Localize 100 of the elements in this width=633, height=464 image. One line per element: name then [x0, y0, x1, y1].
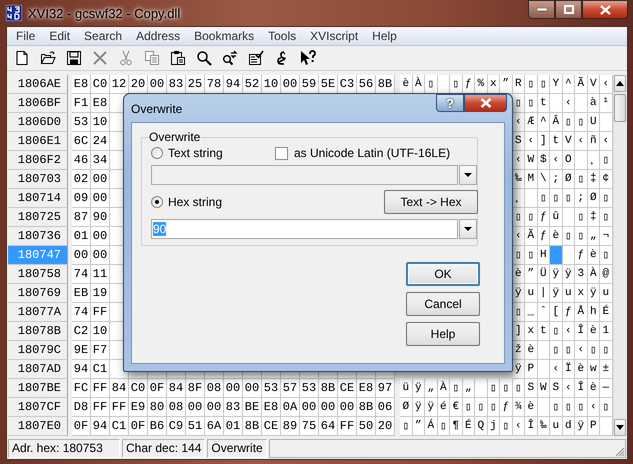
ascii-cell[interactable]: ▯	[500, 417, 512, 436]
hex-cell[interactable]: 12	[110, 75, 129, 94]
ascii-cell[interactable]: ˆ	[538, 303, 550, 322]
ascii-cell[interactable]: 3	[575, 265, 588, 284]
ascii-cell[interactable]: ▯	[538, 75, 550, 94]
ascii-cell[interactable]: O	[562, 151, 575, 170]
ascii-cell[interactable]: ‹	[512, 113, 525, 132]
ascii-cell[interactable]: ¬	[600, 227, 612, 246]
hex-cell[interactable]: E8	[262, 398, 281, 417]
ascii-cell[interactable]: ‡	[588, 208, 600, 227]
hex-cell[interactable]: 78	[205, 75, 224, 94]
cursor-cell[interactable]	[550, 246, 562, 265]
ascii-cell[interactable]: ▯	[425, 75, 438, 94]
ascii-cell[interactable]: ^	[538, 113, 550, 132]
ascii-cell[interactable]: ▯	[512, 303, 525, 322]
ascii-cell[interactable]: ¸	[588, 151, 600, 170]
ascii-cell[interactable]: Ø	[588, 189, 600, 208]
hex-cell[interactable]: 90	[91, 208, 110, 227]
hex-cell[interactable]: 53	[262, 379, 281, 398]
radio-button[interactable]	[151, 147, 163, 159]
ascii-cell[interactable]: ;	[550, 170, 562, 189]
ascii-cell[interactable]	[538, 398, 550, 417]
ascii-cell[interactable]: @	[600, 265, 612, 284]
checkbox-label[interactable]: as Unicode Latin (UTF-16LE)	[294, 146, 450, 160]
ascii-cell[interactable]: ƒ	[562, 303, 575, 322]
hex-cell[interactable]: 53	[72, 113, 91, 132]
hex-cell[interactable]: 94	[224, 75, 243, 94]
ascii-cell[interactable]: ‹	[575, 132, 588, 151]
ascii-cell[interactable]: —	[600, 379, 612, 398]
hex-cell[interactable]: 06	[376, 398, 395, 417]
ascii-cell[interactable]: ÿ	[562, 265, 575, 284]
ascii-cell[interactable]: ‹	[512, 227, 525, 246]
ascii-cell[interactable]: ^	[562, 75, 575, 94]
ascii-cell[interactable]: Ï	[562, 360, 575, 379]
hex-cell[interactable]: D8	[72, 398, 91, 417]
ascii-cell[interactable]: S	[550, 379, 562, 398]
ascii-cell[interactable]: Ã	[525, 227, 538, 246]
ascii-cell[interactable]: %	[475, 75, 488, 94]
scrollbar[interactable]	[612, 75, 626, 436]
ascii-cell[interactable]: è	[400, 75, 412, 94]
ascii-cell[interactable]: $	[538, 151, 550, 170]
ascii-cell[interactable]: ▯	[450, 75, 462, 94]
ascii-cell[interactable]: ÿ	[550, 284, 562, 303]
hex-cell[interactable]: 94	[72, 360, 91, 379]
ascii-cell[interactable]: ƒ	[500, 398, 512, 417]
ascii-cell[interactable]: ‹	[550, 151, 562, 170]
ascii-cell[interactable]	[562, 246, 575, 265]
ascii-cell[interactable]: S	[525, 379, 538, 398]
ascii-cell[interactable]	[550, 94, 562, 113]
ascii-cell[interactable]: ‹	[600, 132, 612, 151]
hex-cell[interactable]: FF	[91, 379, 110, 398]
ascii-cell[interactable]: _	[525, 303, 538, 322]
ascii-cell[interactable]: ▯	[550, 398, 562, 417]
ascii-cell[interactable]: ▯	[512, 94, 525, 113]
ascii-cell[interactable]: ž	[512, 341, 525, 360]
ascii-cell[interactable]: ▯	[600, 151, 612, 170]
ascii-cell[interactable]: ”	[525, 265, 538, 284]
hex-cell[interactable]: C2	[72, 322, 91, 341]
ascii-cell[interactable]: û	[550, 208, 562, 227]
ascii-cell[interactable]: ‰	[538, 417, 550, 436]
hex-cell[interactable]: F7	[91, 341, 110, 360]
hex-cell[interactable]: C0	[129, 379, 148, 398]
hex-cell[interactable]: 8B	[357, 398, 376, 417]
menu-item[interactable]: Bookmarks	[187, 29, 262, 43]
hex-cell[interactable]: 24	[91, 132, 110, 151]
ascii-cell[interactable]: ‹	[575, 341, 588, 360]
ascii-cell[interactable]: ▯	[562, 398, 575, 417]
dropdown-button[interactable]	[459, 165, 477, 185]
ascii-cell[interactable]: è	[588, 379, 600, 398]
ascii-cell[interactable]: ▯	[462, 398, 475, 417]
ascii-cell[interactable]: ▯	[575, 170, 588, 189]
hex-cell[interactable]: E9	[129, 398, 148, 417]
ascii-cell[interactable]: ÿ	[588, 284, 600, 303]
ascii-cell[interactable]: ‹	[550, 360, 562, 379]
ascii-cell[interactable]: ÿ	[425, 398, 438, 417]
hex-cell[interactable]: 0F	[72, 417, 91, 436]
ascii-cell[interactable]	[475, 379, 488, 398]
ascii-cell[interactable]: ▯	[575, 398, 588, 417]
dialog-button[interactable]: OK	[406, 262, 480, 286]
hex-cell[interactable]: 01	[224, 417, 243, 436]
hex-cell[interactable]: E8	[357, 379, 376, 398]
ascii-cell[interactable]: Â	[550, 113, 562, 132]
hex-cell[interactable]: 11	[91, 265, 110, 284]
ascii-cell[interactable]: u	[550, 417, 562, 436]
ascii-cell[interactable]: ▯	[600, 246, 612, 265]
hex-cell[interactable]: 52	[243, 75, 262, 94]
hex-cell[interactable]: 89	[281, 417, 300, 436]
hex-cell[interactable]: 00	[91, 170, 110, 189]
hex-cell[interactable]: FF	[91, 398, 110, 417]
ascii-cell[interactable]: Î	[525, 417, 538, 436]
hex-cell[interactable]: E8	[91, 94, 110, 113]
ascii-cell[interactable]: Æ	[525, 113, 538, 132]
menu-item[interactable]: Help	[365, 29, 404, 43]
ascii-cell[interactable]: h	[588, 303, 600, 322]
ascii-cell[interactable]: ”	[500, 75, 512, 94]
hex-cell[interactable]: 84	[167, 379, 186, 398]
ascii-cell[interactable]: Î	[575, 322, 588, 341]
ascii-cell[interactable]: è	[588, 322, 600, 341]
ascii-cell[interactable]	[538, 360, 550, 379]
ascii-cell[interactable]: ]	[538, 132, 550, 151]
